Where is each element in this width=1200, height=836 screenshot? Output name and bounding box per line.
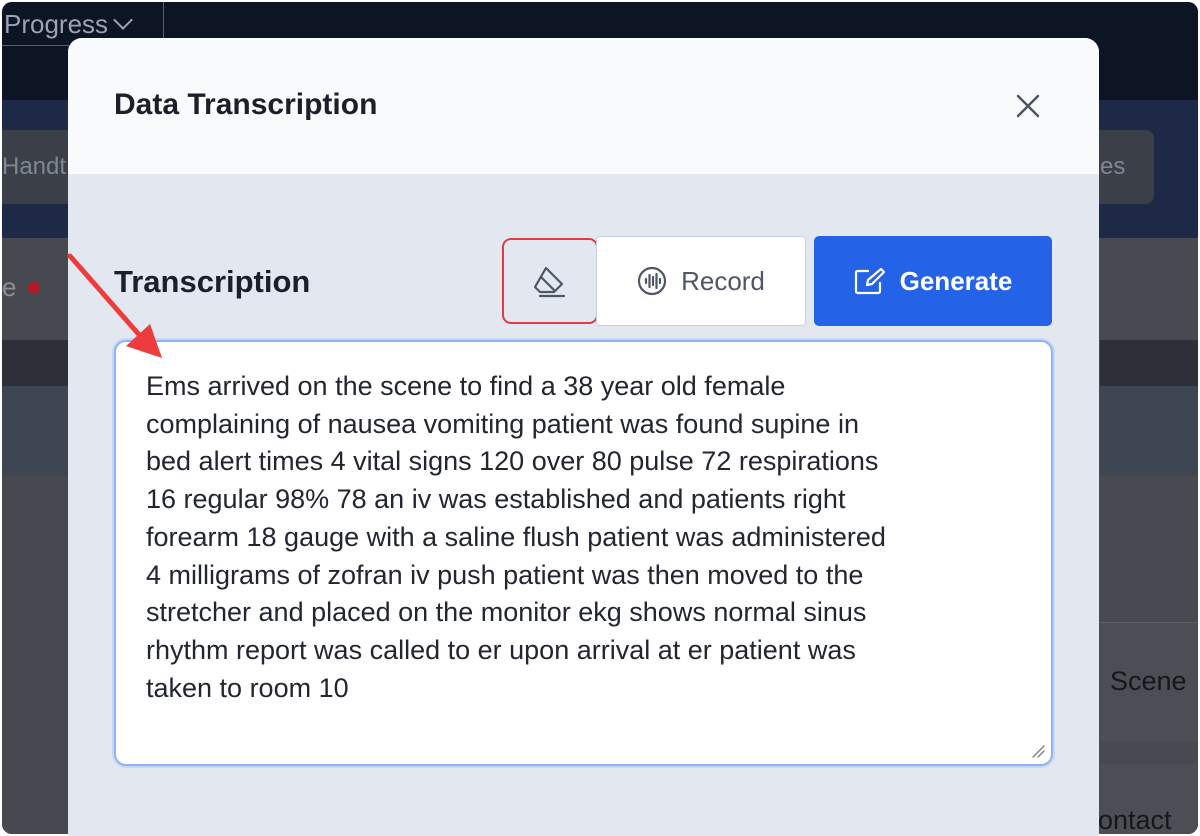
background-right-light — [1100, 386, 1198, 476]
background-left-strip — [2, 340, 72, 386]
background-right-panel — [1100, 238, 1198, 834]
transcription-label: Transcription — [114, 264, 311, 299]
generate-button[interactable]: Generate — [814, 236, 1052, 326]
clear-button[interactable] — [502, 238, 598, 324]
status-dot — [28, 282, 40, 294]
data-transcription-modal: Data Transcription Transcription Record … — [68, 38, 1099, 836]
close-button[interactable] — [1012, 90, 1044, 122]
eraser-icon — [533, 266, 566, 298]
background-scene-text: Scene — [1110, 666, 1187, 696]
background-left-panel — [2, 238, 72, 834]
audio-wave-icon — [637, 266, 667, 296]
background-left-text: e — [2, 272, 17, 302]
modal-header: Data Transcription — [68, 38, 1099, 174]
transcription-textarea[interactable]: Ems arrived on the scene to find a 38 ye… — [114, 340, 1053, 766]
background-contact-text: ontact — [1098, 805, 1172, 834]
background-left-light — [2, 386, 72, 476]
resize-handle-icon[interactable] — [1029, 742, 1045, 758]
modal-title: Data Transcription — [114, 88, 378, 121]
record-label: Record — [681, 265, 765, 296]
chevron-down-icon — [113, 10, 133, 30]
edit-icon — [854, 267, 885, 295]
record-button[interactable]: Record — [596, 236, 806, 326]
background-right-strip — [1100, 340, 1198, 386]
close-icon — [1016, 94, 1040, 118]
transcription-text[interactable]: Ems arrived on the scene to find a 38 ye… — [146, 368, 1036, 707]
generate-label: Generate — [899, 265, 1013, 296]
